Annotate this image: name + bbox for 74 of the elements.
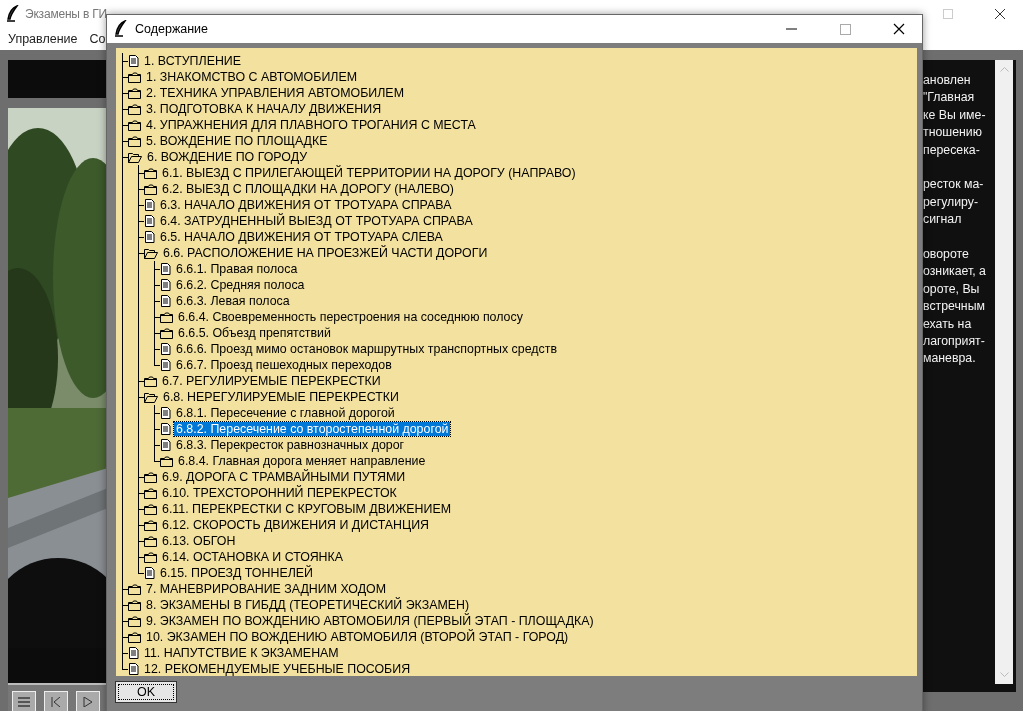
tree-item[interactable]: 6.15. ПРОЕЗД ТОННЕЛЕЙ (158, 566, 315, 580)
tree-item[interactable]: 6.8.4. Главная дорога меняет направление (176, 454, 428, 468)
menu-item[interactable]: Со (89, 32, 106, 46)
tree-item[interactable]: 6.7. РЕГУЛИРУЕМЫЕ ПЕРЕКРЕСТКИ (160, 374, 383, 388)
tree-item[interactable]: 12. РЕКОМЕНДУЕМЫЕ УЧЕБНЫЕ ПОСОБИЯ (142, 662, 413, 676)
document-icon (160, 439, 171, 451)
tree-item[interactable]: 6.11. ПЕРЕКРЕСТКИ С КРУГОВЫМ ДВИЖЕНИЕМ (160, 502, 454, 516)
ok-button[interactable]: OK (115, 681, 177, 703)
tree-item[interactable]: 6.9. ДОРОГА С ТРАМВАЙНЫМИ ПУТЯМИ (160, 470, 408, 484)
tree-item[interactable]: 6.8. НЕРЕГУЛИРУЕМЫЕ ПЕРЕКРЕСТКИ (161, 390, 401, 404)
document-icon (160, 423, 171, 435)
tree-item[interactable]: 6.6.7. Проезд пешеходных переходов (174, 358, 394, 372)
document-icon (160, 407, 171, 419)
tree-item[interactable]: 4. УПРАЖНЕНИЯ ДЛЯ ПЛАВНОГО ТРОГАНИЯ С МЕСТА (144, 118, 478, 132)
quill-icon (5, 5, 19, 23)
tree-item[interactable]: 6.2. ВЫЕЗД С ПЛОЩАДКИ НА ДОРОГУ (НАЛЕВО) (160, 182, 456, 196)
play-button[interactable] (76, 691, 100, 711)
document-icon (160, 343, 171, 355)
document-icon (160, 359, 171, 371)
tree-item[interactable]: 6.6.5. Объезд препятствий (176, 326, 333, 340)
tree-item[interactable]: 11. НАПУТСТВИЕ К ЭКЗАМЕНАМ (142, 646, 341, 660)
tree-item[interactable]: 6.8.3. Перекресток равнозначных дорог (174, 438, 407, 452)
tree-item[interactable]: 9. ЭКЗАМЕН ПО ВОЖДЕНИЮ АВТОМОБИЛЯ (ПЕРВЫЙ ЭТАП - ПЛОЩАДКА) (144, 614, 596, 628)
tree-item[interactable]: 6.6.1. Правая полоса (174, 262, 300, 276)
minimize-icon[interactable] (785, 28, 797, 30)
tree-item[interactable]: 6. ВОЖДЕНИЕ ПО ГОРОДУ (145, 150, 310, 164)
tree-item[interactable]: 6.6.2. Средняя полоса (174, 278, 307, 292)
tree-item[interactable]: 8. ЭКЗАМЕНЫ В ГИБДД (ТЕОРЕТИЧЕСКИЙ ЭКЗАМЕН) (144, 598, 472, 612)
tree-item[interactable]: 6.8.1. Пересечение с главной дорогой (174, 406, 397, 420)
list-button[interactable] (12, 691, 36, 711)
window-title: Экзамены в ГИ (25, 7, 107, 21)
document-icon (144, 231, 155, 243)
tree-item[interactable]: 6.3. НАЧАЛО ДВИЖЕНИЯ ОТ ТРОТУАРА СПРАВА (158, 198, 454, 212)
play-icon (83, 697, 93, 707)
dialog-title: Содержание (135, 22, 209, 36)
tree-item[interactable]: 1. ВСТУПЛЕНИЕ (142, 54, 244, 68)
list-icon (18, 697, 30, 707)
skip-back-icon (51, 697, 61, 707)
tree-item[interactable]: 6.6.3. Левая полоса (174, 294, 292, 308)
article-paragraph: ановлен "Главная ке Вы име- тношению пересека- (923, 72, 987, 159)
document-icon (144, 567, 155, 579)
tree-item[interactable]: 6.4. ЗАТРУДНЕННЫЙ ВЫЕЗД ОТ ТРОТУАРА СПРАВА (158, 214, 475, 228)
document-icon (160, 295, 171, 307)
tree-item[interactable]: 6.6. РАСПОЛОЖЕНИЕ НА ПРОЕЗЖЕЙ ЧАСТИ ДОРОГИ (161, 246, 490, 260)
tree-item[interactable]: 6.5. НАЧАЛО ДВИЖЕНИЯ ОТ ТРОТУАРА СЛЕВА (158, 230, 445, 244)
document-icon (128, 647, 139, 659)
document-icon (144, 215, 155, 227)
document-icon (160, 263, 171, 275)
document-icon (128, 663, 139, 675)
tree-item[interactable]: 2. ТЕХНИКА УПРАВЛЕНИЯ АВТОМОБИЛЕМ (144, 86, 406, 100)
tree-item[interactable]: 6.1. ВЫЕЗД С ПРИЛЕГАЮЩЕЙ ТЕРРИТОРИИ НА ДОРОГУ (НАПРАВО) (160, 166, 578, 180)
tree-item[interactable]: 6.12. СКОРОСТЬ ДВИЖЕНИЯ И ДИСТАНЦИЯ (160, 518, 432, 532)
tree-item[interactable]: 5. ВОЖДЕНИЕ ПО ПЛОЩАДКЕ (144, 134, 330, 148)
tree-item[interactable]: 6.6.4. Своевременность перестроения на соседнюю полосу (176, 310, 525, 324)
tree-item[interactable]: 6.10. ТРЕХСТОРОННИЙ ПЕРЕКРЕСТОК (160, 486, 399, 500)
previous-button[interactable] (44, 691, 68, 711)
article-paragraph: ресток ма- регулиру- сигнал (923, 176, 985, 229)
document-icon (128, 55, 139, 67)
tree-item[interactable]: 6.14. ОСТАНОВКА И СТОЯНКА (160, 550, 345, 564)
tree-item[interactable]: 6.8.2. Пересечение со второстепенной дорогой (174, 422, 451, 436)
tree-item[interactable]: 10. ЭКЗАМЕН ПО ВОЖДЕНИЮ АВТОМОБИЛЯ (ВТОРОЙ ЭТАП - ГОРОД) (144, 630, 571, 644)
tree-item[interactable]: 1. ЗНАКОМСТВО С АВТОМОБИЛЕМ (144, 70, 359, 84)
document-icon (160, 279, 171, 291)
close-icon[interactable] (994, 8, 1006, 20)
tree-item[interactable]: 6.13. ОБГОН (160, 534, 238, 548)
maximize-icon[interactable] (839, 23, 851, 35)
article-paragraph: овороте озникает, а ороте, Вы встречным ехать на лагоприят- маневра. (923, 246, 987, 368)
tree-item[interactable]: 7. МАНЕВРИРОВАНИЕ ЗАДНИМ ХОДОМ (144, 582, 389, 596)
tree-item[interactable]: 3. ПОДГОТОВКА К НАЧАЛУ ДВИЖЕНИЯ (144, 102, 384, 116)
quill-icon (113, 20, 127, 38)
document-icon (144, 199, 155, 211)
close-icon[interactable] (893, 23, 905, 35)
tree-item[interactable]: 6.6.6. Проезд мимо остановок маршрутных транспортных средств (174, 342, 559, 356)
menu-item[interactable]: Управление (8, 32, 78, 46)
